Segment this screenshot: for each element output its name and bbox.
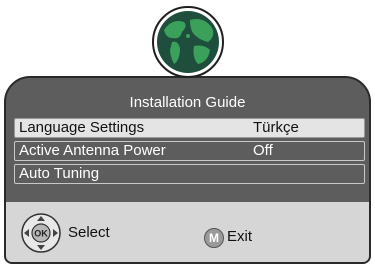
exit-hint-label: Exit: [227, 228, 253, 245]
menu-item-value: Off: [253, 142, 273, 159]
menu-item-label: Active Antenna Power: [19, 142, 166, 159]
footer-bar: OK Select M Exit: [6, 202, 369, 262]
menu-item-auto-tuning[interactable]: Auto Tuning: [14, 164, 365, 184]
menu-item-value: Türkçe: [253, 119, 299, 136]
installation-guide-dialog: Installation Guide Language Settings Tür…: [4, 76, 371, 264]
menu-item-language-settings[interactable]: Language Settings Türkçe: [14, 118, 365, 138]
menu-item-label: Auto Tuning: [19, 165, 100, 182]
m-key-icon[interactable]: M: [204, 228, 224, 248]
dialog-title: Installation Guide: [129, 94, 246, 111]
menu-item-label: Language Settings: [19, 119, 145, 136]
globe-icon: [152, 6, 224, 78]
dpad-ok-icon[interactable]: OK: [20, 212, 62, 254]
select-hint-label: Select: [68, 224, 110, 241]
ok-key-label: OK: [34, 229, 48, 239]
menu-item-active-antenna-power[interactable]: Active Antenna Power Off: [14, 141, 365, 161]
